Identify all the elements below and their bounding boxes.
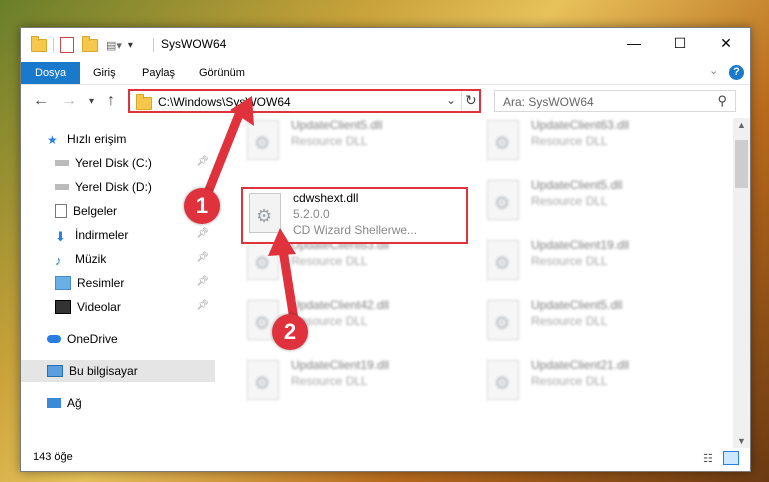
annotation-badge-1: 1 [184,188,220,224]
annotation-badge-2: 2 [272,314,308,350]
arrow-2-head [268,228,296,256]
annotation-arrows [200,96,300,331]
arrow-1-line [200,107,245,205]
